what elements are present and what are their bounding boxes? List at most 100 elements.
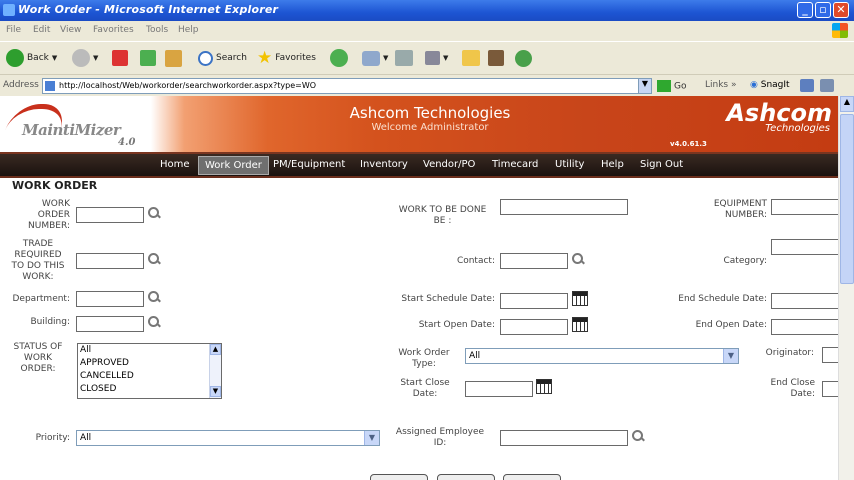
nav-timecard[interactable]: Timecard — [492, 159, 538, 170]
edit-button[interactable]: ▼ — [425, 48, 448, 68]
refresh-button[interactable] — [140, 48, 156, 68]
status-listbox[interactable]: All APPROVED CANCELLED CLOSED ▲ ▼ — [77, 343, 222, 399]
scroll-up-icon[interactable]: ▲ — [210, 344, 221, 355]
mail-button[interactable]: ▼ — [362, 48, 388, 68]
stop-button[interactable] — [112, 48, 128, 68]
lookup-icon[interactable] — [147, 206, 161, 220]
lookup-icon[interactable] — [631, 429, 645, 443]
nav-help[interactable]: Help — [601, 159, 624, 170]
menu-favorites[interactable]: Favorites — [93, 25, 134, 35]
lookup-icon[interactable] — [571, 252, 585, 266]
close-button[interactable]: ✕ — [833, 2, 849, 18]
minimize-button[interactable]: _ — [797, 2, 813, 18]
assigned-employee-input[interactable] — [500, 430, 628, 446]
status-option[interactable]: CLOSED — [80, 383, 223, 396]
home-button[interactable] — [165, 48, 182, 68]
scroll-down-icon[interactable]: ▼ — [210, 386, 221, 397]
nav-inventory[interactable]: Inventory — [360, 159, 408, 170]
equipment-number-input[interactable] — [771, 199, 838, 215]
company-name: Ashcom Technologies — [349, 104, 511, 122]
listbox-scrollbar[interactable]: ▲ ▼ — [209, 344, 221, 398]
end-open-date-input[interactable] — [771, 319, 838, 335]
address-bar: Address http://localhost/Web/workorder/s… — [0, 74, 854, 96]
end-open-date-label: End Open Date: — [695, 320, 767, 330]
nav-work-order[interactable]: Work Order — [198, 156, 269, 175]
refresh-icon — [140, 50, 156, 66]
address-dropdown-button[interactable]: ▼ — [638, 78, 652, 94]
end-schedule-date-input[interactable] — [771, 293, 838, 309]
brand-subtitle: Technologies — [765, 123, 830, 134]
lookup-icon[interactable] — [147, 290, 161, 304]
end-close-date-input[interactable] — [822, 381, 838, 397]
originator-label: Originator: — [765, 348, 814, 358]
department-input[interactable] — [76, 291, 144, 307]
page-scrollbar[interactable]: ▲ — [838, 96, 854, 480]
work-order-number-input[interactable] — [76, 207, 144, 223]
clear-button[interactable] — [437, 474, 495, 480]
go-arrow-icon — [657, 80, 671, 92]
menu-file[interactable]: File — [6, 25, 21, 35]
favorites-label: Favorites — [275, 53, 316, 63]
lookup-icon[interactable] — [147, 252, 161, 266]
status-option[interactable]: CANCELLED — [80, 370, 223, 383]
cancel-button[interactable] — [503, 474, 561, 480]
favorites-button[interactable]: ★ Favorites — [257, 48, 316, 68]
messenger-button[interactable] — [515, 48, 532, 68]
lookup-icon[interactable] — [147, 315, 161, 329]
window-title: Work Order - Microsoft Internet Explorer — [18, 3, 279, 16]
address-label: Address — [3, 80, 39, 90]
maximize-button[interactable]: ▫ — [815, 2, 831, 18]
section-title: WORK ORDER — [12, 179, 98, 192]
status-option[interactable]: APPROVED — [80, 357, 223, 370]
search-button[interactable]: Search — [198, 48, 247, 68]
address-input[interactable]: http://localhost/Web/workorder/searchwor… — [42, 78, 652, 94]
ie-icon — [3, 4, 15, 16]
calendar-icon[interactable] — [572, 291, 588, 306]
nav-sign-out[interactable]: Sign Out — [640, 159, 683, 170]
calendar-icon[interactable] — [572, 317, 588, 332]
menu-bar: File Edit View Favorites Tools Help — [0, 21, 854, 41]
originator-input[interactable] — [822, 347, 838, 363]
back-button[interactable]: Back ▼ — [6, 48, 57, 68]
work-order-type-label: Work Order Type: — [398, 348, 450, 369]
start-schedule-date-label: Start Schedule Date: — [401, 294, 495, 304]
nav-vendor-po[interactable]: Vendor/PO — [423, 159, 475, 170]
start-open-date-input[interactable] — [500, 319, 568, 335]
work-order-type-select[interactable]: All ▼ — [465, 348, 739, 364]
category-input[interactable] — [771, 239, 838, 255]
building-input[interactable] — [76, 316, 144, 332]
go-label: Go — [674, 81, 687, 92]
nav-pm-equipment[interactable]: PM/Equipment — [273, 159, 345, 170]
snagit-button[interactable]: ◉ SnagIt — [750, 80, 790, 90]
folder-button[interactable] — [462, 48, 480, 68]
media-button[interactable] — [330, 48, 348, 68]
trade-required-input[interactable] — [76, 253, 144, 269]
work-order-type-value: All — [469, 351, 481, 361]
start-close-date-input[interactable] — [465, 381, 533, 397]
menu-help[interactable]: Help — [178, 25, 199, 35]
messenger-icon — [515, 49, 532, 67]
calendar-icon[interactable] — [536, 379, 552, 394]
scrollbar-thumb[interactable] — [840, 114, 854, 284]
start-schedule-date-input[interactable] — [500, 293, 568, 309]
nav-home[interactable]: Home — [160, 159, 190, 170]
menu-tools[interactable]: Tools — [146, 25, 168, 35]
search-submit-button[interactable] — [370, 474, 428, 480]
menu-edit[interactable]: Edit — [33, 25, 50, 35]
snagit-capture-icon[interactable] — [820, 79, 834, 92]
contact-input[interactable] — [500, 253, 568, 269]
snagit-icon: ◉ — [750, 80, 758, 90]
research-button[interactable] — [488, 48, 504, 68]
work-to-be-done-input[interactable] — [500, 199, 628, 215]
chevron-down-icon: ▼ — [723, 349, 738, 363]
scroll-up-icon[interactable]: ▲ — [840, 96, 854, 112]
status-option[interactable]: All — [80, 344, 223, 357]
snagit-window-icon[interactable] — [800, 79, 814, 92]
nav-utility[interactable]: Utility — [555, 159, 584, 170]
links-button[interactable]: Links » — [705, 80, 737, 90]
menu-view[interactable]: View — [60, 25, 81, 35]
go-button[interactable]: Go — [657, 80, 686, 92]
forward-button[interactable]: ▼ — [72, 48, 98, 68]
print-button[interactable] — [395, 48, 413, 68]
priority-select[interactable]: All ▼ — [76, 430, 380, 446]
